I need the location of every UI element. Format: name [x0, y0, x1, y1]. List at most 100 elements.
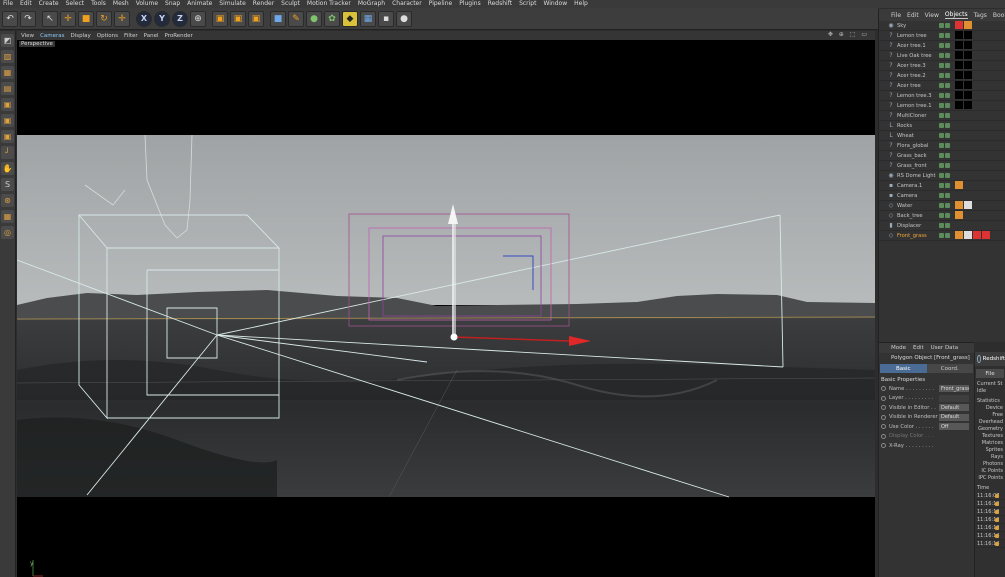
undo-icon[interactable]: ↶: [2, 10, 18, 27]
scale-icon[interactable]: ■: [78, 10, 94, 27]
object-row-acer-tree-1[interactable]: ? Acer tree.1: [879, 41, 1005, 51]
object-tags[interactable]: [955, 181, 963, 190]
property-value[interactable]: Default: [939, 404, 969, 412]
visibility-flags[interactable]: [939, 132, 951, 140]
object-name[interactable]: Rocks: [897, 123, 945, 129]
viewport-menu-filter[interactable]: Filter: [124, 33, 138, 39]
object-name[interactable]: Acer tree: [897, 83, 945, 89]
visibility-flags[interactable]: [939, 202, 951, 210]
menu-edit[interactable]: Edit: [20, 0, 32, 8]
coordinate-system-icon[interactable]: ⊕: [190, 10, 206, 27]
visibility-flags[interactable]: [939, 42, 951, 50]
points-mode-icon[interactable]: ▣: [1, 98, 14, 111]
visibility-flags[interactable]: [939, 112, 951, 120]
object-row-live-oak-tree[interactable]: ? Live Oak tree: [879, 51, 1005, 61]
menu-animate[interactable]: Animate: [187, 0, 212, 8]
object-row-rs-dome-light[interactable]: ◉ RS Dome Light: [879, 171, 1005, 181]
visibility-flags[interactable]: [939, 192, 951, 200]
attribute-tab-basic[interactable]: Basic: [880, 364, 927, 373]
object-name[interactable]: Camera: [897, 193, 945, 199]
object-row-water[interactable]: ◇ Water: [879, 201, 1005, 211]
animate-dot-icon[interactable]: [881, 424, 886, 430]
recent-tool-icon[interactable]: ✛: [114, 10, 130, 27]
viewport-scene[interactable]: y: [17, 40, 875, 577]
object-name[interactable]: Lemon tree: [897, 33, 945, 39]
object-name[interactable]: Wheat: [897, 133, 945, 139]
visibility-flags[interactable]: [939, 22, 951, 30]
menu-snap[interactable]: Snap: [165, 0, 180, 8]
subdivision-icon[interactable]: ●: [306, 10, 322, 27]
viewport-menu-display[interactable]: Display: [71, 33, 91, 39]
animate-dot-icon[interactable]: [881, 386, 886, 392]
menu-mograph[interactable]: MoGraph: [358, 0, 385, 8]
z-axis-icon[interactable]: Z: [172, 10, 188, 27]
menu-file[interactable]: File: [3, 0, 13, 8]
object-menu-objects[interactable]: Objects: [944, 11, 968, 19]
visibility-flags[interactable]: [939, 162, 951, 170]
light-icon[interactable]: ●: [396, 10, 412, 27]
object-tags[interactable]: [955, 21, 972, 30]
object-tags[interactable]: [955, 81, 972, 90]
animate-dot-icon[interactable]: [881, 433, 886, 439]
visibility-flags[interactable]: [939, 82, 951, 90]
object-row-front-grass[interactable]: ◇ Front_grass: [879, 231, 1005, 241]
object-row-lemon-tree-1[interactable]: ? Lemon tree.1: [879, 101, 1005, 111]
visibility-flags[interactable]: [939, 62, 951, 70]
animate-dot-icon[interactable]: [881, 405, 886, 411]
object-name[interactable]: RS Dome Light: [897, 173, 945, 179]
object-name[interactable]: Back_tree: [897, 213, 945, 219]
object-menu-tags[interactable]: Tags: [974, 12, 987, 19]
attribute-tab-coord[interactable]: Coord.: [926, 364, 973, 373]
menu-volume[interactable]: Volume: [136, 0, 158, 8]
object-tags[interactable]: [955, 51, 972, 60]
floor-icon[interactable]: ▦: [360, 10, 376, 27]
object-tags[interactable]: [955, 211, 963, 220]
object-name[interactable]: Front_grass: [897, 233, 945, 239]
visibility-flags[interactable]: [939, 172, 951, 180]
menu-help[interactable]: Help: [574, 0, 588, 8]
polygons-mode-icon[interactable]: ▣: [1, 130, 14, 143]
make-editable-icon[interactable]: ◩: [1, 34, 14, 47]
live-selection-icon[interactable]: ↖: [42, 10, 58, 27]
object-menu-view[interactable]: View: [925, 12, 939, 19]
object-name[interactable]: Camera.1: [897, 183, 945, 189]
render-view-icon[interactable]: ▣: [212, 10, 228, 27]
visibility-flags[interactable]: [939, 142, 951, 150]
viewport-menu-view[interactable]: View: [21, 33, 34, 39]
object-row-lemon-tree-3[interactable]: ? Lemon tree.3: [879, 91, 1005, 101]
object-menu-edit[interactable]: Edit: [907, 12, 919, 19]
camera-icon[interactable]: ▪: [378, 10, 394, 27]
x-axis-icon[interactable]: X: [136, 10, 152, 27]
attribute-menu-edit[interactable]: Edit: [913, 345, 924, 351]
property-value[interactable]: Default: [939, 413, 969, 421]
menu-character[interactable]: Character: [392, 0, 422, 8]
object-name[interactable]: MultiCloner: [897, 113, 945, 119]
menu-plugins[interactable]: Plugins: [459, 0, 481, 8]
object-row-rocks[interactable]: L Rocks: [879, 121, 1005, 131]
viewport-camera-label[interactable]: Perspective: [19, 41, 55, 47]
object-row-camera[interactable]: ▪ Camera: [879, 191, 1005, 201]
object-row-grass-front[interactable]: ? Grass_front: [879, 161, 1005, 171]
redshift-file-button[interactable]: File: [976, 369, 1004, 378]
viewport-menu-cameras[interactable]: Cameras: [40, 33, 64, 39]
menu-window[interactable]: Window: [543, 0, 567, 8]
visibility-flags[interactable]: [939, 232, 951, 240]
object-row-camera-1[interactable]: ▪ Camera.1: [879, 181, 1005, 191]
magnet-icon[interactable]: ◎: [1, 226, 14, 239]
object-name[interactable]: Water: [897, 203, 945, 209]
property-value[interactable]: Front_grass: [939, 385, 969, 393]
object-tags[interactable]: [955, 101, 972, 110]
menu-create[interactable]: Create: [39, 0, 59, 8]
object-menu-bookm[interactable]: Bookm: [993, 12, 1005, 19]
visibility-flags[interactable]: [939, 152, 951, 160]
property-value[interactable]: [939, 394, 969, 402]
object-tags[interactable]: [955, 231, 990, 240]
redo-icon[interactable]: ↷: [20, 10, 36, 27]
object-row-lemon-tree[interactable]: ? Lemon tree: [879, 31, 1005, 41]
visibility-flags[interactable]: [939, 32, 951, 40]
menu-render[interactable]: Render: [253, 0, 274, 8]
attribute-menu-mode[interactable]: Mode: [891, 345, 906, 351]
object-name[interactable]: Acer tree.2: [897, 73, 945, 79]
pen-icon[interactable]: ✎: [288, 10, 304, 27]
object-tags[interactable]: [955, 31, 972, 40]
